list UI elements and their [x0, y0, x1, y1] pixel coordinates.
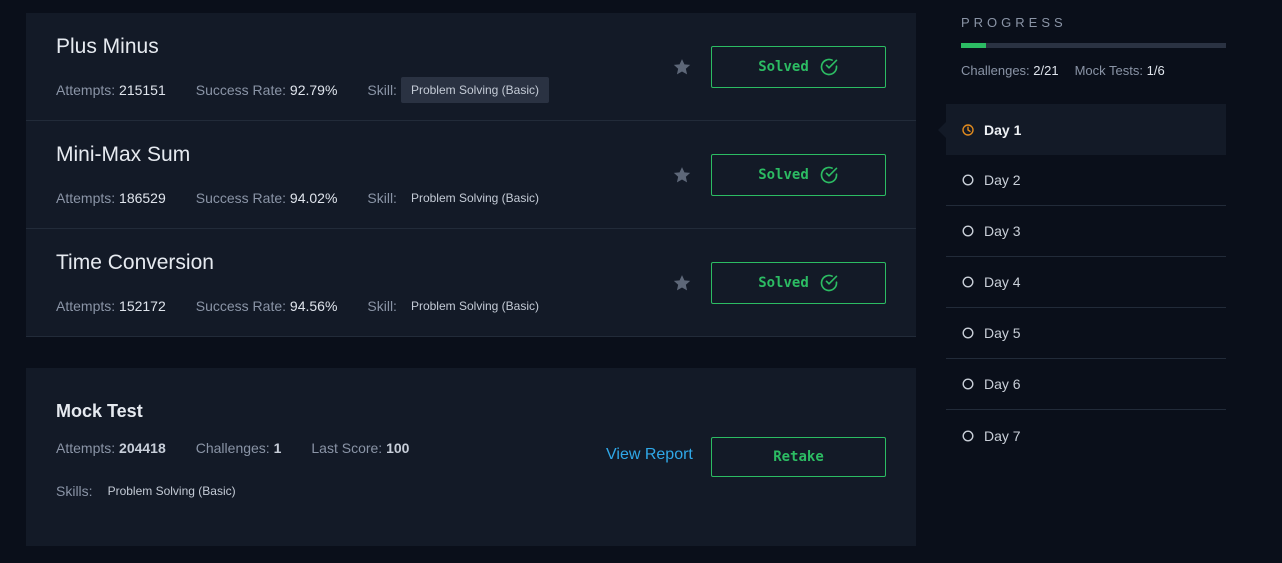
day-item-5[interactable]: Day 5	[946, 308, 1226, 359]
progress-bar	[961, 43, 1226, 48]
circle-icon	[962, 174, 974, 186]
day-label: Day 6	[984, 376, 1021, 392]
success-rate: Success Rate: 94.56%	[196, 298, 338, 314]
attempts-value: 186529	[119, 190, 166, 206]
circle-icon	[962, 276, 974, 288]
challenge-title[interactable]: Mini-Max Sum	[56, 143, 190, 167]
mock-test-meta: Attempts: 204418 Challenges: 1 Last Scor…	[56, 440, 439, 456]
mock-last-score: Last Score: 100	[311, 440, 409, 456]
progress-stats: Challenges: 2/21 Mock Tests: 1/6	[961, 63, 1181, 78]
solved-label: Solved	[758, 59, 809, 75]
check-circle-icon	[820, 166, 838, 184]
challenge-meta: Attempts: 152172 Success Rate: 94.56% Sk…	[56, 293, 549, 319]
attempts-value: 152172	[119, 298, 166, 314]
attempts-label: Attempts:	[56, 82, 116, 98]
attempts-value: 215151	[119, 82, 166, 98]
attempts: Attempts: 152172	[56, 298, 166, 314]
circle-icon	[962, 327, 974, 339]
success-rate-label: Success Rate:	[195, 82, 287, 98]
attempts-label: Attempts:	[56, 190, 116, 206]
success-rate: Success Rate: 94.02%	[196, 190, 338, 206]
mock-attempts-value: 204418	[119, 440, 166, 456]
check-circle-icon	[820, 58, 838, 76]
day-item-6[interactable]: Day 6	[946, 359, 1226, 410]
clock-icon	[962, 123, 974, 136]
mock-last-score-value: 100	[386, 440, 410, 456]
retake-button[interactable]: Retake	[711, 437, 886, 477]
mock-attempts: Attempts: 204418	[56, 440, 166, 456]
challenge-list: Plus Minus Attempts: 215151 Success Rate…	[26, 13, 916, 337]
challenge-meta: Attempts: 186529 Success Rate: 94.02% Sk…	[56, 185, 549, 211]
day-item-1[interactable]: Day 1	[938, 104, 1226, 155]
solved-button[interactable]: Solved	[711, 154, 886, 196]
skill-label: Skill:	[367, 298, 397, 314]
challenge-meta: Attempts: 215151 Success Rate: 92.79% Sk…	[56, 77, 549, 103]
solved-label: Solved	[758, 167, 809, 183]
success-rate-label: Success Rate:	[195, 298, 287, 314]
progress-title: PROGRESS	[961, 15, 1067, 30]
challenges-progress-value: 2/21	[1033, 63, 1059, 78]
skill-tag[interactable]: Problem Solving (Basic)	[401, 293, 549, 319]
mock-skills-label: Skills:	[56, 483, 93, 499]
day-label: Day 5	[984, 325, 1021, 341]
success-rate-value: 94.56%	[289, 298, 338, 314]
day-item-7[interactable]: Day 7	[946, 410, 1226, 461]
skill-label: Skill:	[367, 190, 397, 206]
challenge-card[interactable]: Plus Minus Attempts: 215151 Success Rate…	[26, 13, 916, 121]
skill-label: Skill:	[367, 82, 397, 98]
mock-attempts-label: Attempts:	[56, 440, 116, 456]
skill-tag[interactable]: Problem Solving (Basic)	[93, 478, 246, 504]
challenge-title[interactable]: Plus Minus	[56, 35, 159, 59]
challenge-card[interactable]: Mini-Max Sum Attempts: 186529 Success Ra…	[26, 121, 916, 229]
mock-skills: Skills: Problem Solving (Basic)	[56, 478, 246, 504]
mock-challenges-label: Challenges:	[195, 440, 270, 456]
success-rate-label: Success Rate:	[195, 190, 287, 206]
skill-tag[interactable]: Problem Solving (Basic)	[401, 185, 549, 211]
mock-tests-progress-label: Mock Tests:	[1074, 63, 1143, 78]
day-item-3[interactable]: Day 3	[946, 206, 1226, 257]
mock-tests-progress: Mock Tests: 1/6	[1075, 63, 1165, 78]
solved-button[interactable]: Solved	[711, 262, 886, 304]
mock-tests-progress-value: 1/6	[1146, 63, 1165, 78]
day-item-4[interactable]: Day 4	[946, 257, 1226, 308]
day-list: Day 1 Day 2 Day 3 Day 4 Day 5 Day 6 Day …	[938, 104, 1226, 461]
circle-icon	[962, 378, 974, 390]
challenges-progress-label: Challenges:	[961, 63, 1030, 78]
challenge-title[interactable]: Time Conversion	[56, 251, 214, 275]
mock-challenges-value: 1	[273, 440, 282, 456]
day-label: Day 3	[984, 223, 1021, 239]
check-circle-icon	[820, 274, 838, 292]
attempts: Attempts: 186529	[56, 190, 166, 206]
day-label: Day 4	[984, 274, 1021, 290]
solved-label: Solved	[758, 275, 809, 291]
day-item-2[interactable]: Day 2	[946, 155, 1226, 206]
progress-bar-fill	[961, 43, 987, 48]
mock-last-score-label: Last Score:	[311, 440, 383, 456]
day-label: Day 7	[984, 427, 1021, 444]
attempts: Attempts: 215151	[56, 82, 166, 98]
day-label: Day 2	[984, 172, 1021, 188]
mock-test-title: Mock Test	[56, 401, 143, 421]
success-rate: Success Rate: 92.79%	[196, 82, 338, 98]
challenges-progress: Challenges: 2/21	[961, 63, 1059, 78]
skill-tag[interactable]: Problem Solving (Basic)	[400, 77, 549, 103]
circle-icon	[962, 225, 974, 237]
attempts-label: Attempts:	[56, 298, 116, 314]
star-icon[interactable]	[672, 273, 692, 293]
mock-challenges: Challenges: 1	[196, 440, 282, 456]
solved-button[interactable]: Solved	[711, 46, 886, 88]
challenge-card[interactable]: Time Conversion Attempts: 152172 Success…	[26, 229, 916, 337]
star-icon[interactable]	[672, 165, 692, 185]
success-rate-value: 94.02%	[289, 190, 338, 206]
view-report-link[interactable]: View Report	[606, 446, 693, 464]
mock-test-card: Mock Test Attempts: 204418 Challenges: 1…	[26, 368, 916, 546]
circle-icon	[962, 429, 974, 442]
success-rate-value: 92.79%	[289, 82, 338, 98]
day-label: Day 1	[984, 121, 1022, 138]
star-icon[interactable]	[672, 57, 692, 77]
